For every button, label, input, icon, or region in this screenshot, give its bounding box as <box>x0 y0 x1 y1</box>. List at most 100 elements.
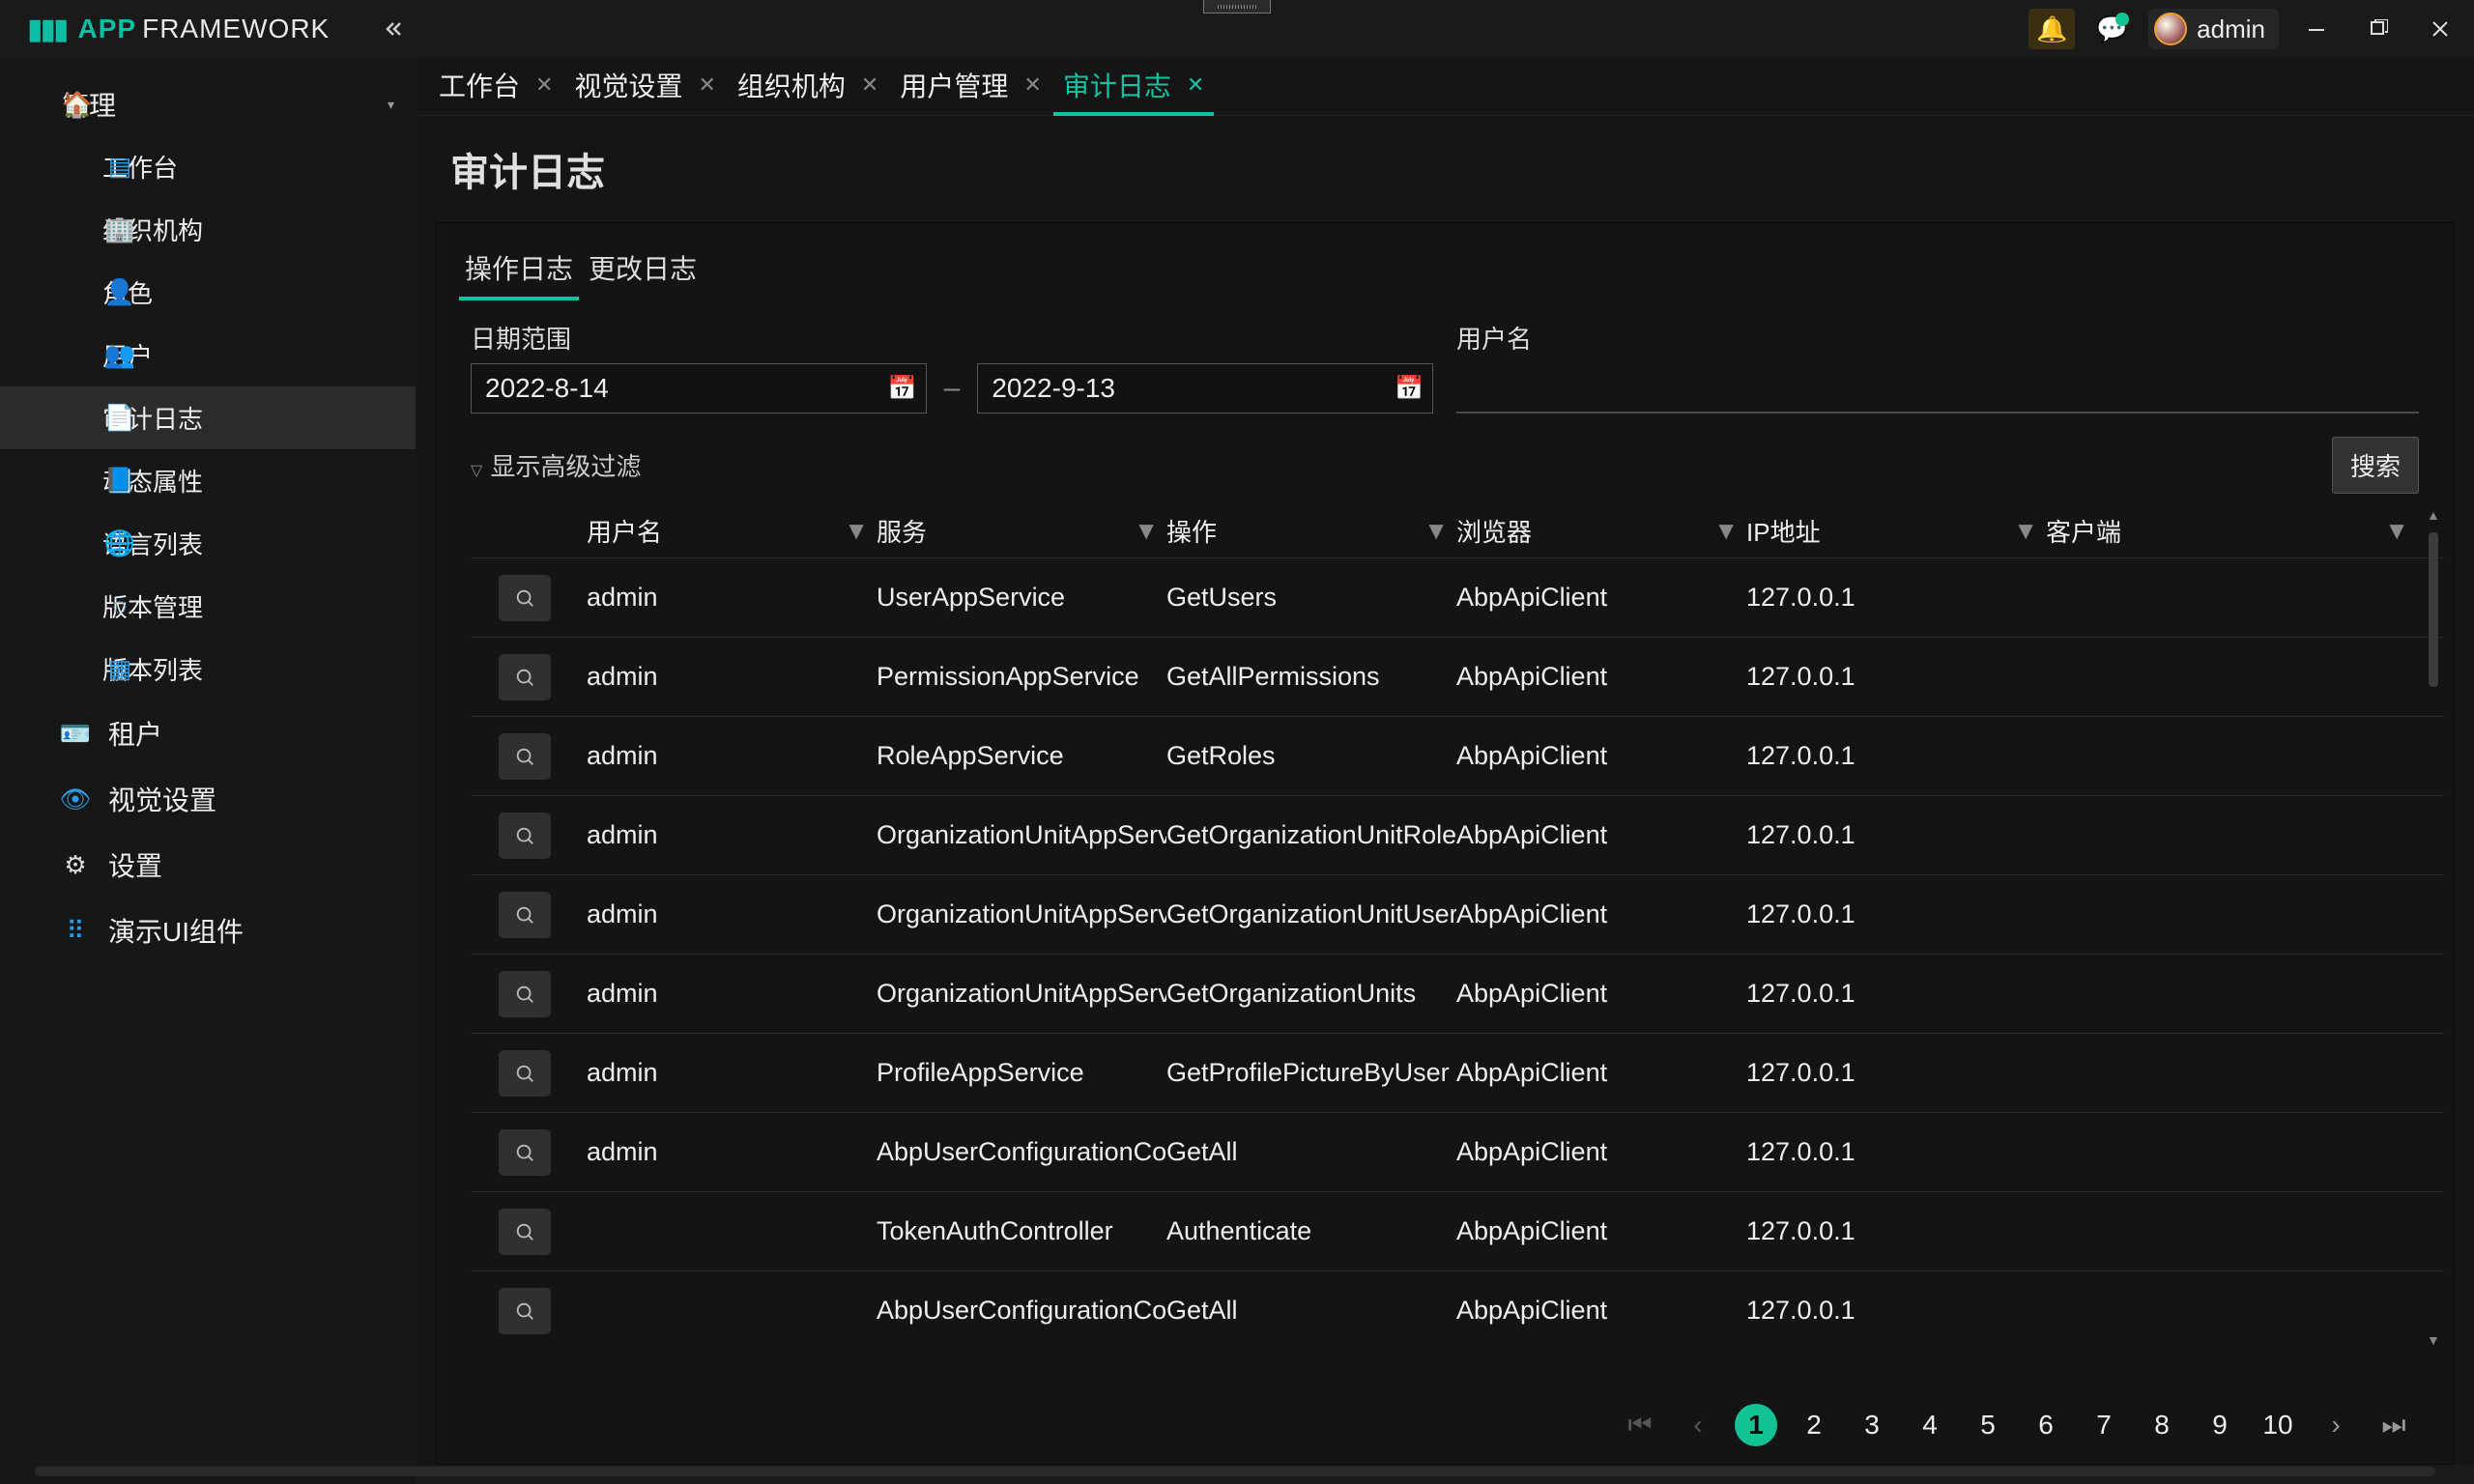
close-icon[interactable]: ✕ <box>1187 72 1204 98</box>
col-user[interactable]: 用户名 <box>587 513 844 549</box>
advanced-filter-toggle[interactable]: ▽显示高级过滤 <box>471 447 641 483</box>
sidebar-item-version-mgmt[interactable]: ◌版本管理 <box>0 575 416 638</box>
row-detail-button[interactable] <box>499 1209 551 1255</box>
close-icon[interactable]: ✕ <box>1023 72 1041 98</box>
window-grip-icon[interactable] <box>1203 0 1271 14</box>
sidebar-item-visual[interactable]: 👁 视觉设置 <box>0 766 416 832</box>
sidebar-item-label: 视觉设置 <box>108 780 216 818</box>
tab-visual[interactable]: 视觉设置✕ <box>564 58 725 116</box>
sidebar-item-ui-demo[interactable]: ⠿演示UI组件 <box>0 898 416 963</box>
table-row: TokenAuthControllerAuthenticateAbpApiCli… <box>471 1191 2444 1270</box>
cell-service: UserAppService <box>877 583 1166 613</box>
pager-page-button[interactable]: 4 <box>1909 1404 1951 1446</box>
tab-dashboard[interactable]: 工作台 ✕ <box>429 58 562 116</box>
scroll-down-icon[interactable]: ▼ <box>2427 1332 2440 1348</box>
user-name: admin <box>2197 14 2265 44</box>
close-icon[interactable]: ✕ <box>698 72 715 98</box>
filter-icon[interactable]: ▼ <box>1713 516 1739 546</box>
search-button[interactable]: 搜索 <box>2332 437 2419 494</box>
filter-icon[interactable]: ▼ <box>2384 516 2409 546</box>
pager-last-button[interactable]: ⏭ <box>2373 1404 2415 1446</box>
filter-icon[interactable]: ▼ <box>1134 516 1159 546</box>
cell-service: AbpUserConfigurationController <box>877 1296 1166 1326</box>
pager-page-button[interactable]: 1 <box>1735 1404 1777 1446</box>
pager-page-button[interactable]: 5 <box>1967 1404 2009 1446</box>
tab-label: 工作台 <box>439 66 520 104</box>
table-row: adminOrganizationUnitAppServiceGetOrgani… <box>471 954 2444 1033</box>
table-row: adminUserAppServiceGetUsersAbpApiClient1… <box>471 557 2444 637</box>
pager-page-button[interactable]: 10 <box>2257 1404 2299 1446</box>
sidebar-item-languages[interactable]: 🌐语言列表 <box>0 512 416 575</box>
col-client[interactable]: 客户端 <box>2046 513 2384 549</box>
pager-page-button[interactable]: 2 <box>1793 1404 1835 1446</box>
row-detail-button[interactable] <box>499 1288 551 1334</box>
pager-page-button[interactable]: 8 <box>2141 1404 2183 1446</box>
cell-service: PermissionAppService <box>877 662 1166 692</box>
col-browser[interactable]: 浏览器 <box>1456 513 1713 549</box>
row-detail-button[interactable] <box>499 654 551 700</box>
sidebar-item-users[interactable]: 👥用户 <box>0 324 416 386</box>
pager-next-button[interactable]: › <box>2315 1404 2357 1446</box>
scroll-up-icon[interactable]: ▲ <box>2427 507 2440 523</box>
row-detail-button[interactable] <box>499 1050 551 1097</box>
notifications-button[interactable]: 🔔 <box>2028 9 2075 49</box>
sidebar-item-dashboard[interactable]: ▤工作台 <box>0 135 416 198</box>
row-detail-button[interactable] <box>499 1129 551 1176</box>
cell-operation: GetOrganizationUnits <box>1166 979 1456 1009</box>
col-service[interactable]: 服务 <box>877 513 1134 549</box>
collapse-sidebar-button[interactable] <box>378 14 407 43</box>
row-detail-button[interactable] <box>499 892 551 938</box>
pager-page-button[interactable]: 7 <box>2083 1404 2125 1446</box>
tab-org[interactable]: 组织机构✕ <box>728 58 888 116</box>
pager-prev-button[interactable]: ‹ <box>1677 1404 1719 1446</box>
tab-label: 用户管理 <box>900 66 1008 104</box>
row-detail-button[interactable] <box>499 575 551 621</box>
sidebar-item-audit-logs[interactable]: 📄审计日志 <box>0 386 416 449</box>
calendar-icon[interactable]: 📅 <box>888 375 917 403</box>
window-minimize-button[interactable] <box>2292 11 2341 47</box>
date-to-input[interactable] <box>977 363 1433 414</box>
row-detail-button[interactable] <box>499 733 551 780</box>
cell-user: admin <box>587 662 877 692</box>
pager-page-button[interactable]: 6 <box>2025 1404 2067 1446</box>
pager-first-button[interactable]: ⏮ <box>1619 1404 1661 1446</box>
subtab-operation-log[interactable]: 操作日志 <box>459 239 579 300</box>
row-detail-button[interactable] <box>499 813 551 859</box>
close-icon[interactable]: ✕ <box>861 72 878 98</box>
col-ip[interactable]: IP地址 <box>1746 513 2013 549</box>
tab-audit-logs[interactable]: 审计日志✕ <box>1053 58 1214 116</box>
sidebar-item-tenants[interactable]: 🪪租户 <box>0 700 416 766</box>
user-menu[interactable]: admin <box>2148 9 2279 49</box>
sidebar-group-admin[interactable]: 🏠 管理 ▾ <box>0 73 416 135</box>
close-icon[interactable]: ✕ <box>535 72 553 98</box>
pager-page-button[interactable]: 9 <box>2199 1404 2241 1446</box>
tab-users[interactable]: 用户管理 ✕ <box>890 58 1050 116</box>
filter-icon[interactable]: ▼ <box>844 516 869 546</box>
cell-operation: GetRoles <box>1166 741 1456 771</box>
sidebar-item-version-list[interactable]: ▦版本列表 <box>0 638 416 700</box>
scroll-thumb[interactable] <box>2429 532 2438 687</box>
calendar-icon[interactable]: 📅 <box>1395 375 1424 403</box>
sidebar-item-settings[interactable]: ⚙设置 <box>0 832 416 898</box>
date-from-input[interactable] <box>471 363 927 414</box>
pager-page-button[interactable]: 3 <box>1851 1404 1893 1446</box>
cell-browser: AbpApiClient <box>1456 1137 1746 1167</box>
sidebar-item-dynamic-props[interactable]: 📘动态属性 <box>0 449 416 512</box>
cell-operation: GetAllPermissions <box>1166 662 1456 692</box>
window-close-button[interactable] <box>2416 11 2464 47</box>
eye-icon: 👁 <box>62 785 89 813</box>
sidebar-item-roles[interactable]: 👤角色 <box>0 261 416 324</box>
window-maximize-button[interactable] <box>2354 11 2402 47</box>
vertical-scrollbar[interactable]: ▲ ▼ <box>2427 507 2440 1386</box>
filter-icon[interactable]: ▼ <box>2013 516 2038 546</box>
col-operation[interactable]: 操作 <box>1166 513 1424 549</box>
row-detail-button[interactable] <box>499 971 551 1017</box>
cell-operation: GetOrganizationUnitUsers <box>1166 899 1456 929</box>
filter-icon[interactable]: ▼ <box>1424 516 1449 546</box>
cell-user: admin <box>587 1058 877 1088</box>
horizontal-scrollbar[interactable] <box>35 1467 2435 1476</box>
messages-button[interactable]: 💬 <box>2088 9 2135 49</box>
subtab-change-log[interactable]: 更改日志 <box>583 239 703 300</box>
sidebar-item-org[interactable]: 🏢组织机构 <box>0 198 416 261</box>
username-input[interactable] <box>1456 363 2419 414</box>
